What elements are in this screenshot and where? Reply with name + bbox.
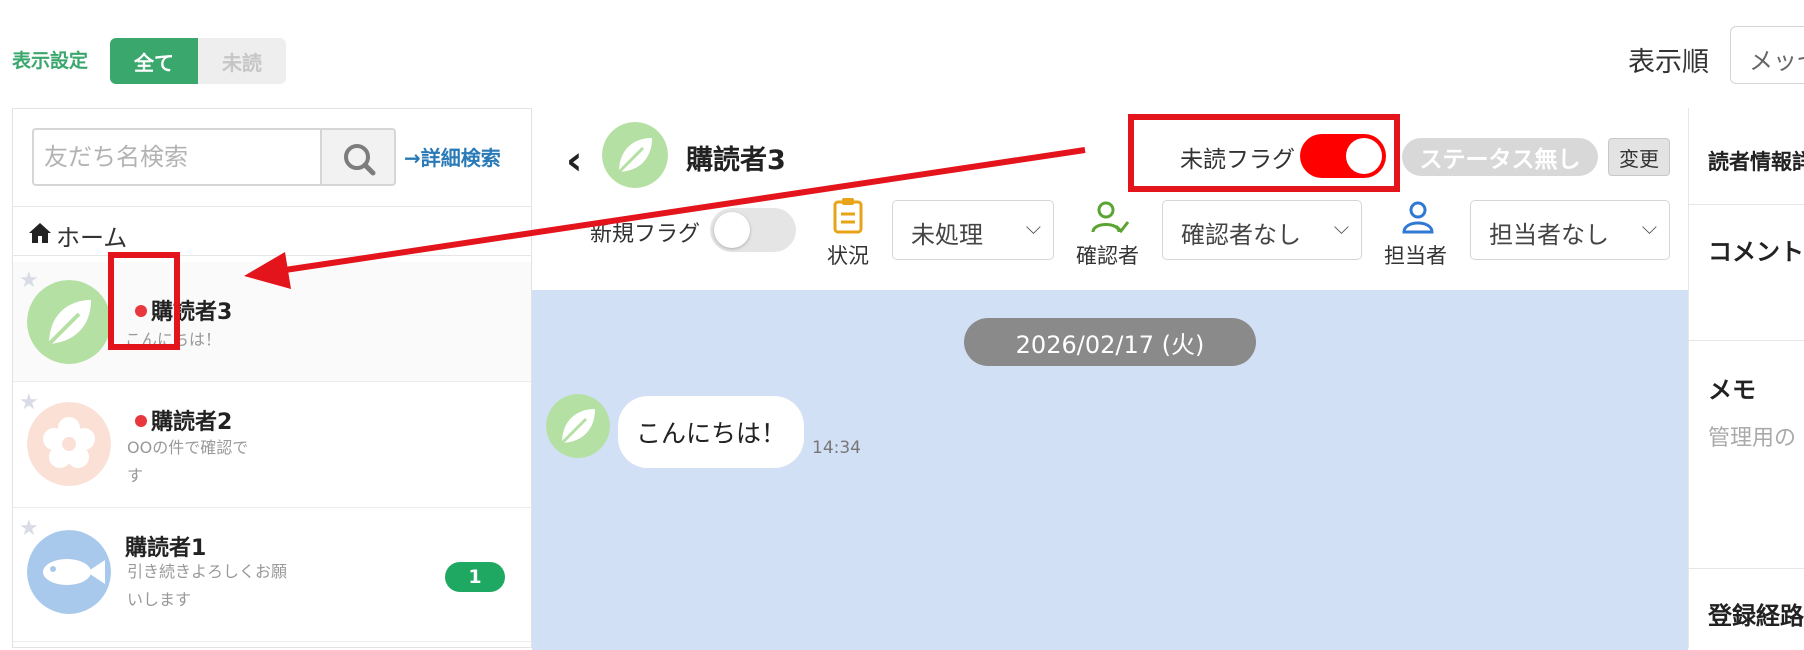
annotation-arrow-icon <box>244 147 1086 289</box>
